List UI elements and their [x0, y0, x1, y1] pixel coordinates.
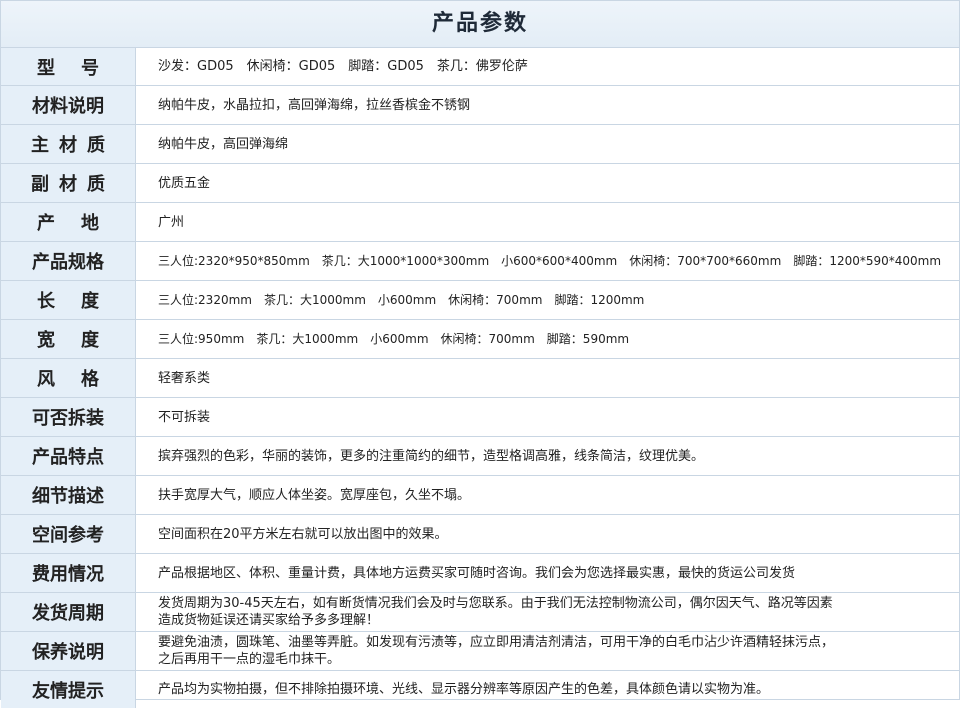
- table-row: 长度 三人位:2320mm 茶几：大1000mm 小600mm 休闲椅：700m…: [1, 281, 959, 320]
- parameter-rows: 型号 沙发：GD05 休闲椅：GD05 脚踏：GD05 茶几：佛罗伦萨 材料说明…: [1, 48, 959, 708]
- table-title: 产品参数: [1, 1, 959, 48]
- product-parameters-table: 产品参数 型号 沙发：GD05 休闲椅：GD05 脚踏：GD05 茶几：佛罗伦萨…: [0, 0, 960, 708]
- row-label: 宽度: [1, 320, 136, 358]
- row-label: 发货周期: [1, 593, 136, 631]
- row-value: 产品均为实物拍摄，但不排除拍摄环境、光线、显示器分辨率等原因产生的色差，具体颜色…: [158, 682, 770, 697]
- table-row: 型号 沙发：GD05 休闲椅：GD05 脚踏：GD05 茶几：佛罗伦萨: [1, 48, 959, 86]
- table-row: 材料说明 纳帕牛皮，水晶拉扣，高回弹海绵，拉丝香槟金不锈钢: [1, 86, 959, 125]
- table-row: 友情提示 产品均为实物拍摄，但不排除拍摄环境、光线、显示器分辨率等原因产生的色差…: [1, 671, 959, 708]
- row-label: 副材质: [1, 164, 136, 202]
- row-value: 沙发：GD05 休闲椅：GD05 脚踏：GD05 茶几：佛罗伦萨: [158, 59, 528, 74]
- row-label: 长度: [1, 281, 136, 319]
- row-value: 优质五金: [158, 175, 211, 191]
- table-row: 宽度 三人位:950mm 茶几：大1000mm 小600mm 休闲椅：700mm…: [1, 320, 959, 359]
- table-row: 费用情况 产品根据地区、体积、重量计费，具体地方运费买家可随时咨询。我们会为您选…: [1, 554, 959, 593]
- row-label: 材料说明: [1, 86, 136, 124]
- table-row: 可否拆装 不可拆装: [1, 398, 959, 437]
- table-row: 发货周期 发货周期为30-45天左右，如有断货情况我们会及时与您联系。由于我们无…: [1, 593, 959, 632]
- table-row: 风格 轻奢系类: [1, 359, 959, 398]
- row-label: 风格: [1, 359, 136, 397]
- row-label: 费用情况: [1, 554, 136, 592]
- table-row: 产品特点 摈弃强烈的色彩，华丽的装饰，更多的注重简约的细节，造型格调高雅，线条简…: [1, 437, 959, 476]
- table-row: 副材质 优质五金: [1, 164, 959, 203]
- table-row: 主材质 纳帕牛皮，高回弹海绵: [1, 125, 959, 164]
- row-value: 空间面积在20平方米左右就可以放出图中的效果。: [158, 526, 448, 542]
- row-label: 保养说明: [1, 632, 136, 670]
- row-value: 轻奢系类: [158, 370, 211, 386]
- row-label: 产品特点: [1, 437, 136, 475]
- row-value: 产品根据地区、体积、重量计费，具体地方运费买家可随时咨询。我们会为您选择最实惠，…: [158, 565, 796, 581]
- row-value: 三人位:2320*950*850mm 茶几：大1000*1000*300mm 小…: [158, 253, 942, 268]
- row-value: 三人位:2320mm 茶几：大1000mm 小600mm 休闲椅：700mm 脚…: [158, 292, 645, 307]
- row-label: 细节描述: [1, 476, 136, 514]
- row-label: 可否拆装: [1, 398, 136, 436]
- row-label: 主材质: [1, 125, 136, 163]
- row-value: 不可拆装: [158, 409, 211, 425]
- table-row: 细节描述 扶手宽厚大气，顺应人体坐姿。宽厚座包，久坐不塌。: [1, 476, 959, 515]
- row-value: 摈弃强烈的色彩，华丽的装饰，更多的注重简约的细节，造型格调高雅，线条简洁，纹理优…: [158, 448, 705, 464]
- row-label: 空间参考: [1, 515, 136, 553]
- row-value: 要避免油渍，圆珠笔、油墨等弄脏。如发现有污渍等，应立即用清洁剂清洁，可用干净的白…: [158, 635, 835, 667]
- row-label: 友情提示: [1, 671, 136, 708]
- row-label: 产地: [1, 203, 136, 241]
- table-row: 空间参考 空间面积在20平方米左右就可以放出图中的效果。: [1, 515, 959, 554]
- row-label: 型号: [1, 48, 136, 85]
- row-label: 产品规格: [1, 242, 136, 280]
- row-value: 纳帕牛皮，水晶拉扣，高回弹海绵，拉丝香槟金不锈钢: [158, 97, 471, 113]
- table-row: 产地 广州: [1, 203, 959, 242]
- table-row: 保养说明 要避免油渍，圆珠笔、油墨等弄脏。如发现有污渍等，应立即用清洁剂清洁，可…: [1, 632, 959, 671]
- row-value: 扶手宽厚大气，顺应人体坐姿。宽厚座包，久坐不塌。: [158, 487, 471, 503]
- row-value: 纳帕牛皮，高回弹海绵: [158, 136, 289, 152]
- row-value: 三人位:950mm 茶几：大1000mm 小600mm 休闲椅：700mm 脚踏…: [158, 331, 630, 346]
- row-value: 发货周期为30-45天左右，如有断货情况我们会及时与您联系。由于我们无法控制物流…: [158, 596, 833, 628]
- row-value: 广州: [158, 214, 185, 230]
- table-row: 产品规格 三人位:2320*950*850mm 茶几：大1000*1000*30…: [1, 242, 959, 281]
